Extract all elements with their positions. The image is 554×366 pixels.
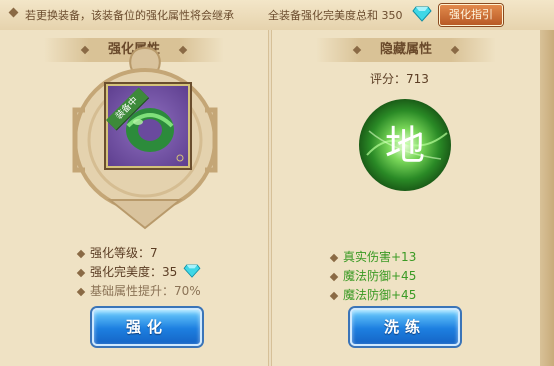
- stat-enhance-level: 强化等级：7: [76, 244, 201, 263]
- bonus-row: 魔法防御+45: [329, 286, 417, 305]
- score-text: 评分：713: [370, 72, 429, 86]
- equipped-item-slot[interactable]: 装备中: [106, 84, 190, 168]
- total-perfection-text: 全装备强化完美度总和 350: [268, 9, 403, 22]
- stat-perfection: 强化完美度：35: [76, 263, 201, 282]
- enhance-stats-list: 强化等级：7 强化完美度：35 基础属性提升：70%: [76, 244, 201, 301]
- hidden-attributes-title: 隐藏属性: [316, 38, 496, 62]
- earth-element-orb-icon: 地: [359, 99, 451, 191]
- stat-label: 基础属性提升：70%: [90, 284, 201, 298]
- diamond-icon: [412, 6, 432, 26]
- bonus-label: 魔法防御+45: [343, 269, 417, 283]
- bonus-row: 魔法防御+45: [329, 267, 417, 286]
- right-edge-frame: [540, 30, 554, 366]
- bullet-icon: [76, 287, 86, 296]
- orb-glyph: 地: [385, 123, 425, 169]
- title-ornament-icon: [450, 45, 460, 55]
- hidden-bonus-list: 真实伤害+13 魔法防御+45 魔法防御+45: [329, 248, 417, 305]
- stat-label: 强化等级：7: [90, 246, 158, 260]
- stat-base-increase: 基础属性提升：70%: [76, 282, 201, 301]
- enhance-guide-button[interactable]: 强化指引: [439, 4, 503, 26]
- bullet-icon: [76, 268, 86, 277]
- bonus-row: 真实伤害+13: [329, 248, 417, 267]
- inherit-tip-text: 若更换装备，该装备位的强化属性将会继承: [25, 9, 234, 22]
- jade-ring-icon: [126, 108, 184, 162]
- bullet-icon: [76, 249, 86, 258]
- diamond-icon: [183, 264, 201, 281]
- bullet-icon: [8, 7, 19, 18]
- top-info-bar: 若更换装备，该装备位的强化属性将会继承 全装备强化完美度总和 350 强化指引: [0, 0, 554, 31]
- enhance-button[interactable]: 强化: [92, 308, 202, 346]
- title-ornament-icon: [352, 45, 362, 55]
- bullet-icon: [329, 253, 339, 262]
- hidden-title-text: 隐藏属性: [379, 42, 432, 57]
- bonus-label: 真实伤害+13: [343, 250, 417, 264]
- stat-label: 强化完美度：35: [90, 265, 178, 279]
- refine-button[interactable]: 洗练: [350, 308, 460, 346]
- bullet-icon: [329, 291, 339, 300]
- bonus-label: 魔法防御+45: [343, 288, 417, 302]
- bullet-icon: [329, 272, 339, 281]
